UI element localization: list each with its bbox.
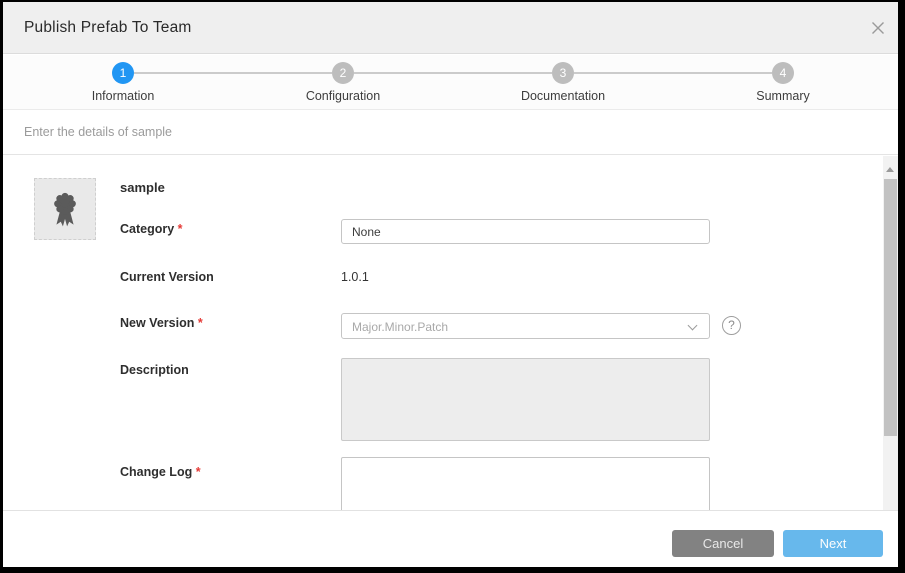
required-asterisk: *: [178, 222, 183, 236]
step-description-text: Enter the details of sample: [24, 125, 172, 139]
close-icon[interactable]: [870, 20, 886, 36]
step-label-configuration: Configuration: [253, 89, 433, 103]
vertical-scrollbar[interactable]: [883, 156, 898, 510]
help-icon[interactable]: ?: [722, 316, 741, 335]
scrollbar-thumb[interactable]: [884, 179, 897, 436]
new-version-label: New Version *: [120, 316, 203, 330]
step-circle-summary[interactable]: 4: [772, 62, 794, 84]
scroll-up-arrow-icon[interactable]: [886, 167, 894, 172]
step-description-bar: Enter the details of sample: [3, 111, 898, 155]
step-circle-configuration[interactable]: 2: [332, 62, 354, 84]
required-asterisk: *: [198, 316, 203, 330]
step-label-documentation: Documentation: [473, 89, 653, 103]
prefab-thumbnail: [34, 178, 96, 240]
chevron-down-icon: [688, 321, 698, 331]
description-label: Description: [120, 363, 189, 377]
award-badge-icon: [44, 188, 86, 230]
prefab-name: sample: [120, 180, 165, 195]
change-log-label: Change Log *: [120, 465, 201, 479]
next-button[interactable]: Next: [783, 530, 883, 557]
new-version-select[interactable]: Major.Minor.Patch: [341, 313, 710, 339]
dialog-title: Publish Prefab To Team: [24, 2, 192, 54]
required-asterisk: *: [196, 465, 201, 479]
dialog-footer: Cancel Next: [3, 510, 898, 567]
publish-prefab-dialog: Publish Prefab To Team 1 Information 2 C…: [3, 2, 898, 567]
category-label: Category *: [120, 222, 183, 236]
change-log-textarea[interactable]: [341, 457, 710, 510]
step-label-information: Information: [33, 89, 213, 103]
cancel-button[interactable]: Cancel: [672, 530, 774, 557]
step-connector: [354, 72, 552, 74]
step-label-summary: Summary: [693, 89, 873, 103]
category-input[interactable]: [341, 219, 710, 244]
step-connector: [574, 72, 772, 74]
form-content: sample Category * Current Version 1.0.1 …: [3, 156, 898, 510]
step-connector: [134, 72, 332, 74]
new-version-placeholder: Major.Minor.Patch: [352, 320, 448, 334]
description-textarea: [341, 358, 710, 441]
dialog-header: Publish Prefab To Team: [3, 2, 898, 54]
wizard-stepper: 1 Information 2 Configuration 3 Document…: [3, 55, 898, 110]
step-circle-information[interactable]: 1: [112, 62, 134, 84]
step-circle-documentation[interactable]: 3: [552, 62, 574, 84]
current-version-label: Current Version: [120, 270, 214, 284]
current-version-value: 1.0.1: [341, 270, 369, 284]
